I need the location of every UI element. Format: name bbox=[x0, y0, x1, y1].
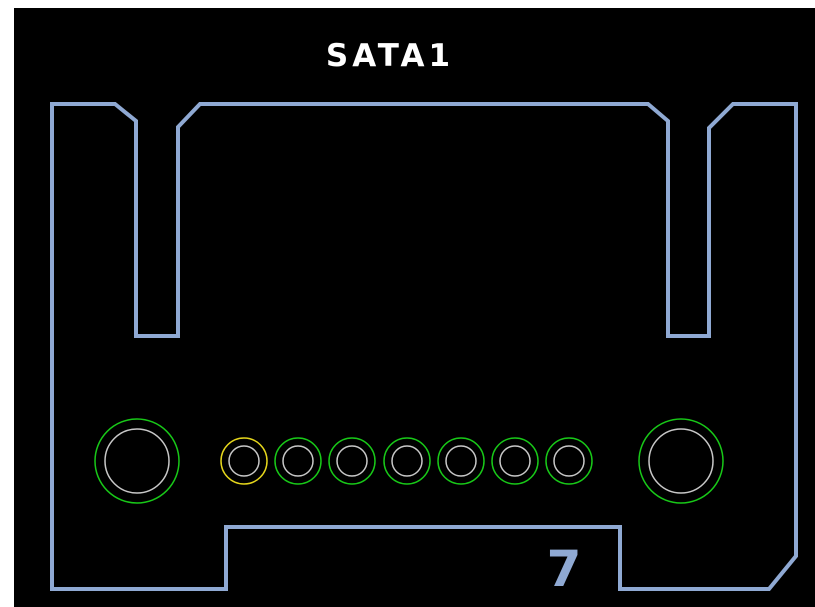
mounting-hole-right bbox=[638, 418, 724, 504]
pin-pad-4-ring bbox=[383, 437, 431, 485]
mounting-hole-right-ring bbox=[638, 418, 724, 504]
pin-pad-6-ring bbox=[491, 437, 539, 485]
pin-pad-5-drill bbox=[445, 445, 477, 477]
pcb-canvas: SATA1 7 bbox=[14, 8, 815, 607]
mounting-hole-left bbox=[94, 418, 180, 504]
pin-pad-5 bbox=[437, 437, 485, 485]
pin-pad-6 bbox=[491, 437, 539, 485]
mounting-hole-left-drill bbox=[104, 428, 170, 494]
pin-pad-2-drill bbox=[282, 445, 314, 477]
pin-count-number: 7 bbox=[547, 540, 582, 598]
pin-pad-1-ring bbox=[220, 437, 268, 485]
pin-pad-7-ring bbox=[545, 437, 593, 485]
pin-pad-3-ring bbox=[328, 437, 376, 485]
pin-pad-1-drill bbox=[228, 445, 260, 477]
pin-pad-2-ring bbox=[274, 437, 322, 485]
pin-pad-1 bbox=[220, 437, 268, 485]
reference-designator-label: SATA1 bbox=[326, 38, 454, 74]
mounting-hole-left-ring bbox=[94, 418, 180, 504]
pin-pad-3 bbox=[328, 437, 376, 485]
pin-pad-5-ring bbox=[437, 437, 485, 485]
pcb-footprint-drawing: SATA1 7 bbox=[50, 38, 798, 598]
pin-pad-7 bbox=[545, 437, 593, 485]
pin-pad-4 bbox=[383, 437, 431, 485]
mounting-hole-right-drill bbox=[648, 428, 714, 494]
pin-pad-4-drill bbox=[391, 445, 423, 477]
board-outline bbox=[50, 102, 798, 591]
pin-pad-6-drill bbox=[499, 445, 531, 477]
pin-pad-2 bbox=[274, 437, 322, 485]
connector-pin-row bbox=[220, 437, 593, 485]
pin-pad-7-drill bbox=[553, 445, 585, 477]
pin-pad-3-drill bbox=[336, 445, 368, 477]
